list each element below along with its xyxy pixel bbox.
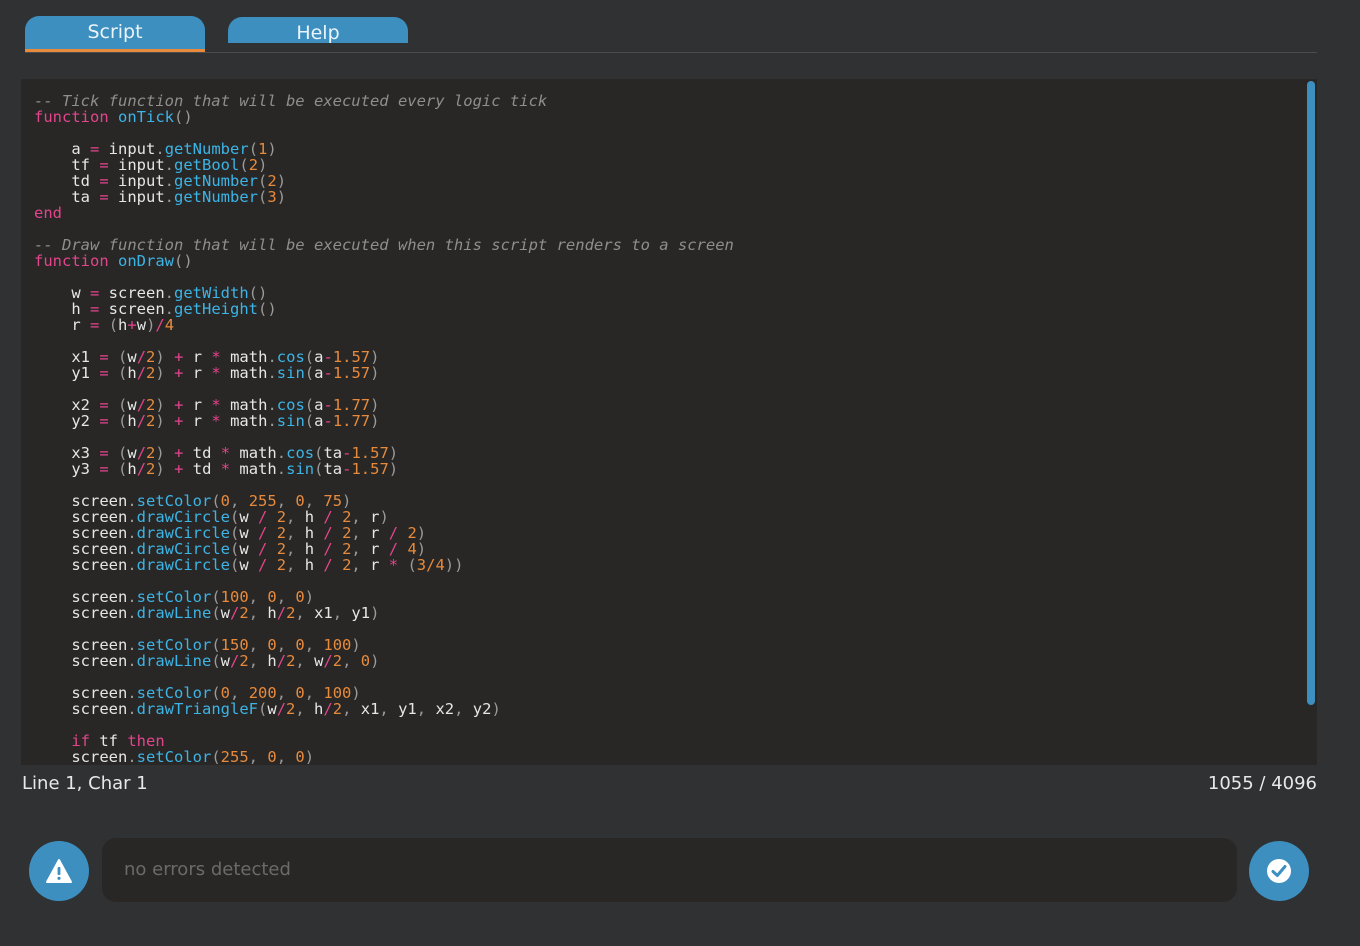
- code-line: td = input.getNumber(2): [34, 172, 287, 190]
- errors-button[interactable]: [29, 841, 89, 901]
- tab-bar: Script Help: [25, 16, 1317, 53]
- checkmark-circle-icon: [1267, 859, 1291, 883]
- code-line: y3 = (h/2) + td * math.sin(ta-1.57): [34, 460, 399, 478]
- code-line: end: [34, 204, 62, 222]
- warning-triangle-icon: [46, 859, 72, 883]
- editor-scrollbar[interactable]: [1307, 81, 1315, 705]
- code-line: screen.setColor(150, 0, 0, 100): [34, 636, 361, 654]
- code-line: h = screen.getHeight(): [34, 300, 277, 318]
- character-count: 1055 / 4096: [1207, 773, 1317, 794]
- code-line: screen.setColor(255, 0, 0): [34, 748, 315, 765]
- code-line: screen.drawLine(w/2, h/2, x1, y1): [34, 604, 380, 622]
- code-line: ta = input.getNumber(3): [34, 188, 287, 206]
- code-line: a = input.getNumber(1): [34, 140, 277, 158]
- code-line: x1 = (w/2) + r * math.cos(a-1.57): [34, 348, 380, 366]
- confirm-button[interactable]: [1249, 841, 1309, 901]
- code-line: x2 = (w/2) + r * math.cos(a-1.77): [34, 396, 380, 414]
- code-line: -- Tick function that will be executed e…: [34, 92, 548, 110]
- code-line: if tf then: [71, 732, 165, 750]
- code-line: y1 = (h/2) + r * math.sin(a-1.57): [34, 364, 380, 382]
- code-line: tf = input.getBool(2): [34, 156, 268, 174]
- code-content[interactable]: -- Tick function that will be executed e…: [34, 93, 734, 765]
- cursor-position: Line 1, Char 1: [22, 773, 148, 794]
- error-output: no errors detected: [102, 838, 1237, 902]
- code-line: screen.drawCircle(w / 2, h / 2, r): [34, 508, 389, 526]
- code-line: function onDraw(): [34, 252, 193, 270]
- tab-script[interactable]: Script: [25, 16, 205, 52]
- code-line: screen.drawLine(w/2, h/2, w/2, 0): [34, 652, 380, 670]
- code-line: screen.drawCircle(w / 2, h / 2, r * (3/4…: [34, 556, 464, 574]
- code-line: function onTick(): [34, 108, 193, 126]
- error-message: no errors detected: [124, 859, 291, 880]
- code-line: w = screen.getWidth(): [34, 284, 268, 302]
- code-line: screen.drawTriangleF(w/2, h/2, x1, y1, x…: [34, 700, 501, 718]
- code-line: -- Draw function that will be executed w…: [34, 236, 734, 254]
- code-line: screen.drawCircle(w / 2, h / 2, r / 4): [34, 540, 427, 558]
- code-line: screen.setColor(0, 200, 0, 100): [34, 684, 361, 702]
- code-line: screen.setColor(0, 255, 0, 75): [34, 492, 352, 510]
- code-line: x3 = (w/2) + td * math.cos(ta-1.57): [34, 444, 399, 462]
- code-line: r = (h+w)/4: [34, 316, 175, 334]
- code-line: screen.setColor(100, 0, 0): [34, 588, 315, 606]
- code-editor[interactable]: -- Tick function that will be executed e…: [21, 79, 1317, 765]
- code-line: screen.drawCircle(w / 2, h / 2, r / 2): [34, 524, 427, 542]
- code-line: y2 = (h/2) + r * math.sin(a-1.77): [34, 412, 380, 430]
- tab-help[interactable]: Help: [228, 17, 408, 44]
